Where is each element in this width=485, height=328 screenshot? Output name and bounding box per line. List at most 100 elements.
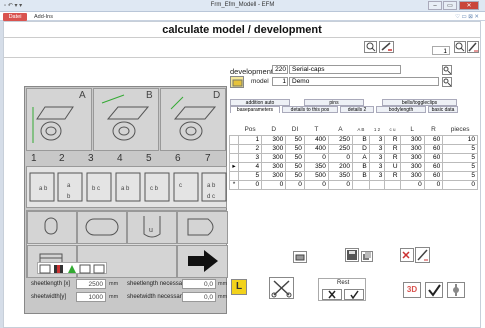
row-selector[interactable] [229, 134, 239, 145]
table-row[interactable]: 2 300 50 400 250 D 3 R 300 60 5 [229, 143, 478, 154]
table-cell[interactable]: 500 [303, 170, 329, 181]
table-cell[interactable]: R [384, 134, 401, 145]
table-cell[interactable]: 60 [423, 161, 444, 172]
table-cell[interactable]: 0 [303, 179, 329, 190]
table-cell[interactable]: 5 [237, 170, 263, 181]
table-cell[interactable]: 200 [327, 161, 354, 172]
row-selector[interactable]: ▸ [229, 161, 239, 172]
tab-bells[interactable]: bells/toggleclips [382, 99, 457, 106]
row-selector[interactable] [229, 170, 239, 181]
table-cell[interactable]: 60 [423, 170, 444, 181]
development-name-field[interactable]: Serial-caps [289, 65, 401, 74]
table-cell[interactable]: 3 [237, 152, 263, 163]
model-number-field[interactable]: 1 [272, 77, 288, 86]
table-cell[interactable]: 5 [442, 152, 478, 163]
pencil-icon[interactable] [467, 41, 479, 53]
shape-cell-a[interactable]: A [26, 88, 92, 151]
search-icon[interactable] [442, 77, 452, 87]
check-icon[interactable] [344, 289, 364, 300]
table-cell[interactable]: 60 [423, 134, 444, 145]
table-cell[interactable]: R [384, 170, 401, 181]
shape-rounded-rect[interactable] [77, 211, 127, 244]
save-icon[interactable] [345, 248, 359, 262]
shape-u[interactable]: u [127, 211, 177, 244]
table-cell[interactable]: 10 [442, 134, 478, 145]
search-icon[interactable] [364, 41, 377, 53]
cut-icon[interactable] [269, 277, 294, 299]
close-icon[interactable] [322, 289, 342, 300]
confirm-check-icon[interactable] [425, 282, 443, 298]
table-cell[interactable]: 0 [442, 179, 478, 190]
table-cell[interactable]: 300 [261, 161, 287, 172]
table-cell[interactable]: 300 [399, 134, 425, 145]
search-icon[interactable] [442, 65, 452, 75]
open-folder-icon[interactable] [230, 76, 244, 88]
table-cell[interactable]: 0 [399, 179, 425, 190]
table-cell[interactable]: 0 [327, 152, 354, 163]
next-arrow-icon[interactable] [177, 245, 228, 278]
tab-details-pos[interactable]: details to this pos [282, 106, 338, 113]
table-cell[interactable]: 50 [285, 161, 305, 172]
copy-icon[interactable] [361, 251, 373, 262]
table-cell[interactable] [384, 179, 401, 190]
close-button[interactable]: ✕ [459, 1, 479, 10]
tab-addition-auto[interactable]: addition auto [230, 99, 290, 106]
tab-baseparameters[interactable]: baseparameters [230, 106, 280, 113]
tab-bodylength[interactable]: bodylength [376, 106, 426, 113]
table-cell[interactable]: R [384, 143, 401, 154]
tab-details-2[interactable]: details 2 [340, 106, 374, 113]
row-selector[interactable] [229, 152, 239, 163]
development-number-field[interactable]: 220 [272, 65, 288, 74]
table-cell[interactable]: 3 [368, 134, 386, 145]
table-cell[interactable]: 400 [303, 143, 329, 154]
minimize-button[interactable]: – [428, 1, 442, 10]
table-cell[interactable]: B [352, 134, 370, 145]
table-row[interactable]: 1 300 50 400 250 B 3 R 300 60 10 [229, 134, 478, 145]
tab-basic-data[interactable]: basic data [428, 106, 458, 113]
table-cell[interactable]: 0 [303, 152, 329, 163]
table-row[interactable]: 5 300 50 500 350 B 3 R 300 60 5 [229, 170, 478, 181]
table-cell[interactable]: 0 [327, 179, 354, 190]
table-cell[interactable]: 3 [368, 161, 386, 172]
table-cell[interactable]: 300 [399, 152, 425, 163]
table-cell[interactable]: 50 [285, 143, 305, 154]
table-row[interactable]: ▸ 4 300 50 350 200 B 3 U 300 60 5 [229, 161, 478, 172]
table-cell[interactable]: 300 [399, 170, 425, 181]
3d-button[interactable]: 3D [403, 282, 421, 298]
print-icon[interactable] [293, 251, 307, 263]
table-cell[interactable]: 300 [261, 134, 287, 145]
table-cell[interactable]: 5 [442, 170, 478, 181]
table-cell[interactable]: 50 [285, 170, 305, 181]
table-cell[interactable]: 60 [423, 143, 444, 154]
table-cell[interactable]: 300 [399, 143, 425, 154]
pencil-icon[interactable] [415, 247, 430, 263]
model-name-field[interactable]: Demo [289, 77, 439, 86]
table-cell[interactable]: A [352, 152, 370, 163]
table-row-new[interactable]: * 00000000 [229, 179, 478, 190]
tab-pins[interactable]: pins [304, 99, 364, 106]
table-cell[interactable]: 3 [368, 170, 386, 181]
ribbon-right-icons[interactable]: ♡ ▭ ⊠ ✕ [455, 13, 479, 21]
table-cell[interactable]: 0 [285, 179, 305, 190]
row-selector[interactable] [229, 143, 239, 154]
view-toolbar-icons[interactable] [38, 263, 108, 275]
table-cell[interactable]: 0 [237, 179, 263, 190]
table-cell[interactable]: 400 [303, 134, 329, 145]
shape-rounded-top[interactable] [27, 211, 77, 244]
table-cell[interactable]: 250 [327, 134, 354, 145]
table-cell[interactable]: 350 [327, 170, 354, 181]
table-cell[interactable]: 2 [237, 143, 263, 154]
form-number-field[interactable]: 1 [432, 46, 450, 55]
table-cell[interactable]: 300 [261, 143, 287, 154]
shape-cell-b[interactable]: B [93, 88, 159, 151]
l-button[interactable]: L [231, 279, 247, 295]
table-row[interactable]: 3 300 50 0 0 A 3 R 300 60 5 [229, 152, 478, 163]
sheetwidth-input[interactable]: 1000 [76, 292, 106, 302]
shape-cell-d[interactable]: D [160, 88, 226, 151]
settings-icon[interactable] [447, 282, 465, 298]
addins-tab[interactable]: Add-Ins [34, 13, 53, 21]
table-cell[interactable]: B [352, 170, 370, 181]
pencil-icon[interactable] [379, 41, 394, 53]
table-cell[interactable]: 300 [261, 170, 287, 181]
table-cell[interactable]: 4 [237, 161, 263, 172]
